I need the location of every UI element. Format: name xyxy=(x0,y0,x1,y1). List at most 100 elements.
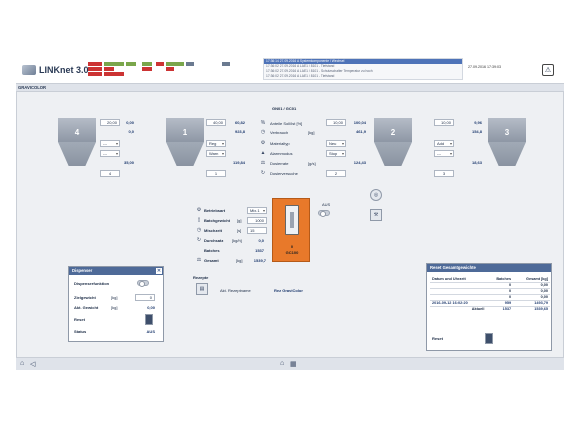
recipe-book-icon: ▤ xyxy=(199,286,205,292)
mix-time-field[interactable]: 15 xyxy=(247,227,267,234)
alarm-mode-select[interactable]: --- xyxy=(434,150,454,157)
label-dosierversuche: Dosierversuche xyxy=(270,171,298,176)
table-cell: Aktuell xyxy=(471,307,485,312)
dispenser-status: AUS xyxy=(146,329,155,334)
mix-time-icon: ◷ xyxy=(196,227,202,233)
hopper-1[interactable]: 1 xyxy=(166,118,204,166)
target-weight-field[interactable]: 0 xyxy=(135,294,155,301)
percent-icon: % xyxy=(260,120,266,126)
status-chip[interactable] xyxy=(104,72,124,76)
alarm-list[interactable]: 17:36:14 27.09.2016 A Systemkomponente /… xyxy=(263,58,463,80)
status-chip[interactable] xyxy=(88,67,102,71)
home-icon[interactable]: ⌂ xyxy=(20,360,24,367)
batch-weight-icon: ▯ xyxy=(197,217,201,223)
dose-attempts-field[interactable]: 4 xyxy=(100,170,120,177)
tools-icon: ⚒ xyxy=(373,212,379,218)
label-materialtyp: Materialtyp xyxy=(270,141,290,146)
status-chip[interactable] xyxy=(142,67,152,71)
setpoint-field[interactable]: 20,00 xyxy=(100,119,120,126)
label-dispenserfunktion: Dispenserfunktion xyxy=(74,281,110,286)
material-type-select[interactable]: Reg xyxy=(206,140,226,147)
status-chip[interactable] xyxy=(104,67,114,71)
mixer-toggle[interactable] xyxy=(318,210,330,217)
back-icon[interactable]: ◁ xyxy=(30,360,35,368)
alarm-mode-select[interactable]: Stop xyxy=(326,150,346,157)
home-center-icon[interactable]: ⌂ xyxy=(280,360,284,367)
status-chip[interactable] xyxy=(186,62,194,66)
label-reset: Reset xyxy=(432,336,443,341)
consumption-value: 923,8 xyxy=(234,129,245,134)
actual-value: 60,82 xyxy=(234,120,245,125)
recipe-name-label: Akt. Rezeptname xyxy=(220,288,251,293)
material-type-select[interactable]: Neu xyxy=(326,140,346,147)
hopper-cone xyxy=(488,142,526,166)
status-chip[interactable] xyxy=(156,62,164,66)
refresh-button[interactable]: ◎ xyxy=(370,189,382,201)
app-logo: LINKnet 3.0 xyxy=(22,65,89,75)
hopper-4[interactable]: 4 xyxy=(58,118,96,166)
consumption-value: 461,9 xyxy=(355,129,366,134)
dispenser-header: Dispenser ✕ xyxy=(69,267,163,275)
hopper-3[interactable]: 3 xyxy=(488,118,526,166)
mixer-name: GC100 xyxy=(285,250,299,255)
status-chip[interactable] xyxy=(222,62,230,66)
totals-reset-button[interactable] xyxy=(485,333,493,344)
label-reset: Reset xyxy=(74,317,85,322)
alarm-mode-select[interactable]: Warn xyxy=(206,150,226,157)
actual-value: 100,04 xyxy=(353,120,366,125)
material-type-select[interactable]: Add xyxy=(434,140,454,147)
consumption-value: 154,8 xyxy=(471,129,482,134)
recipe-title: Rezepte xyxy=(193,275,209,280)
status-chip[interactable] xyxy=(166,67,174,71)
alarm-entry[interactable]: 17:36:02 27.09.2016 A LAE1 / 8101 - Tief… xyxy=(264,74,462,79)
unit-dosierrate: [g/s] xyxy=(308,161,316,166)
reset-totals-panel: Reset Gesamtgewichte Datum und Uhrzeit B… xyxy=(426,263,552,351)
label-verbrauch: Verbrauch xyxy=(270,130,289,135)
consumption-value: 0,0 xyxy=(128,129,134,134)
mode-icon: ⚙ xyxy=(196,207,202,213)
alarm-mode-select[interactable]: --- xyxy=(100,150,120,157)
unit-mischzeit: [s] xyxy=(237,228,242,233)
table-cell: 1539,65 xyxy=(534,307,548,312)
dispenser-reset-button[interactable] xyxy=(145,314,153,325)
mixer-unit[interactable]: 0 GC100 xyxy=(272,198,310,262)
recipe-button[interactable]: ▤ xyxy=(196,283,208,295)
status-chip[interactable] xyxy=(104,62,124,66)
operation-mode-select[interactable]: Mix.1 xyxy=(247,207,267,214)
setpoint-field[interactable]: 10,00 xyxy=(434,119,454,126)
status-chip[interactable] xyxy=(88,62,102,66)
label-dosierrate: Dosierrate xyxy=(270,161,289,166)
status-chip[interactable] xyxy=(126,62,136,66)
hopper-label: 4 xyxy=(74,128,80,137)
label-zielgewicht: Zielgewicht xyxy=(74,295,96,300)
tools-button[interactable]: ⚒ xyxy=(370,209,382,221)
dose-rate-value: 119,84 xyxy=(232,160,245,165)
alarm-icon: ▲ xyxy=(260,150,266,156)
label-anteile: Anteile Soll/Ist [%] xyxy=(270,121,303,126)
status-chip[interactable] xyxy=(88,72,102,76)
top-bar: LINKnet 3.0 17:36:14 27.09.2016 A System… xyxy=(16,56,564,84)
actual-weight-value: 0,00 xyxy=(147,305,155,310)
actual-value: 0,00 xyxy=(126,120,134,125)
dose-attempts-field[interactable]: 3 xyxy=(434,170,454,177)
label-durchsatz: Durchsatz xyxy=(204,238,224,243)
label-akt-gewicht: Akt. Gewicht xyxy=(74,305,99,310)
hopper-2[interactable]: 2 xyxy=(374,118,412,166)
status-chip[interactable] xyxy=(142,62,152,66)
grid-icon[interactable]: ▦ xyxy=(290,360,297,368)
dose-attempts-field[interactable]: 2 xyxy=(326,170,346,177)
dispenser-toggle[interactable] xyxy=(137,280,149,287)
recipe-name: Rez GraviColor xyxy=(274,288,303,293)
close-icon[interactable]: ✕ xyxy=(156,268,162,274)
warning-button[interactable]: ⚠ xyxy=(542,64,554,76)
batch-weight-field[interactable]: 1000 xyxy=(247,217,267,224)
total-value: 1539,7 xyxy=(253,258,266,263)
status-chip[interactable] xyxy=(166,62,184,66)
dose-attempts-field[interactable]: 1 xyxy=(206,170,226,177)
warning-icon: ⚠ xyxy=(544,67,552,74)
material-type-select[interactable]: --- xyxy=(100,140,120,147)
dose-rate-value: 124,43 xyxy=(353,160,366,165)
setpoint-field[interactable]: 40,00 xyxy=(206,119,226,126)
setpoint-field[interactable]: 10,00 xyxy=(326,119,346,126)
label-mischzeit: Mischzeit xyxy=(204,228,223,233)
